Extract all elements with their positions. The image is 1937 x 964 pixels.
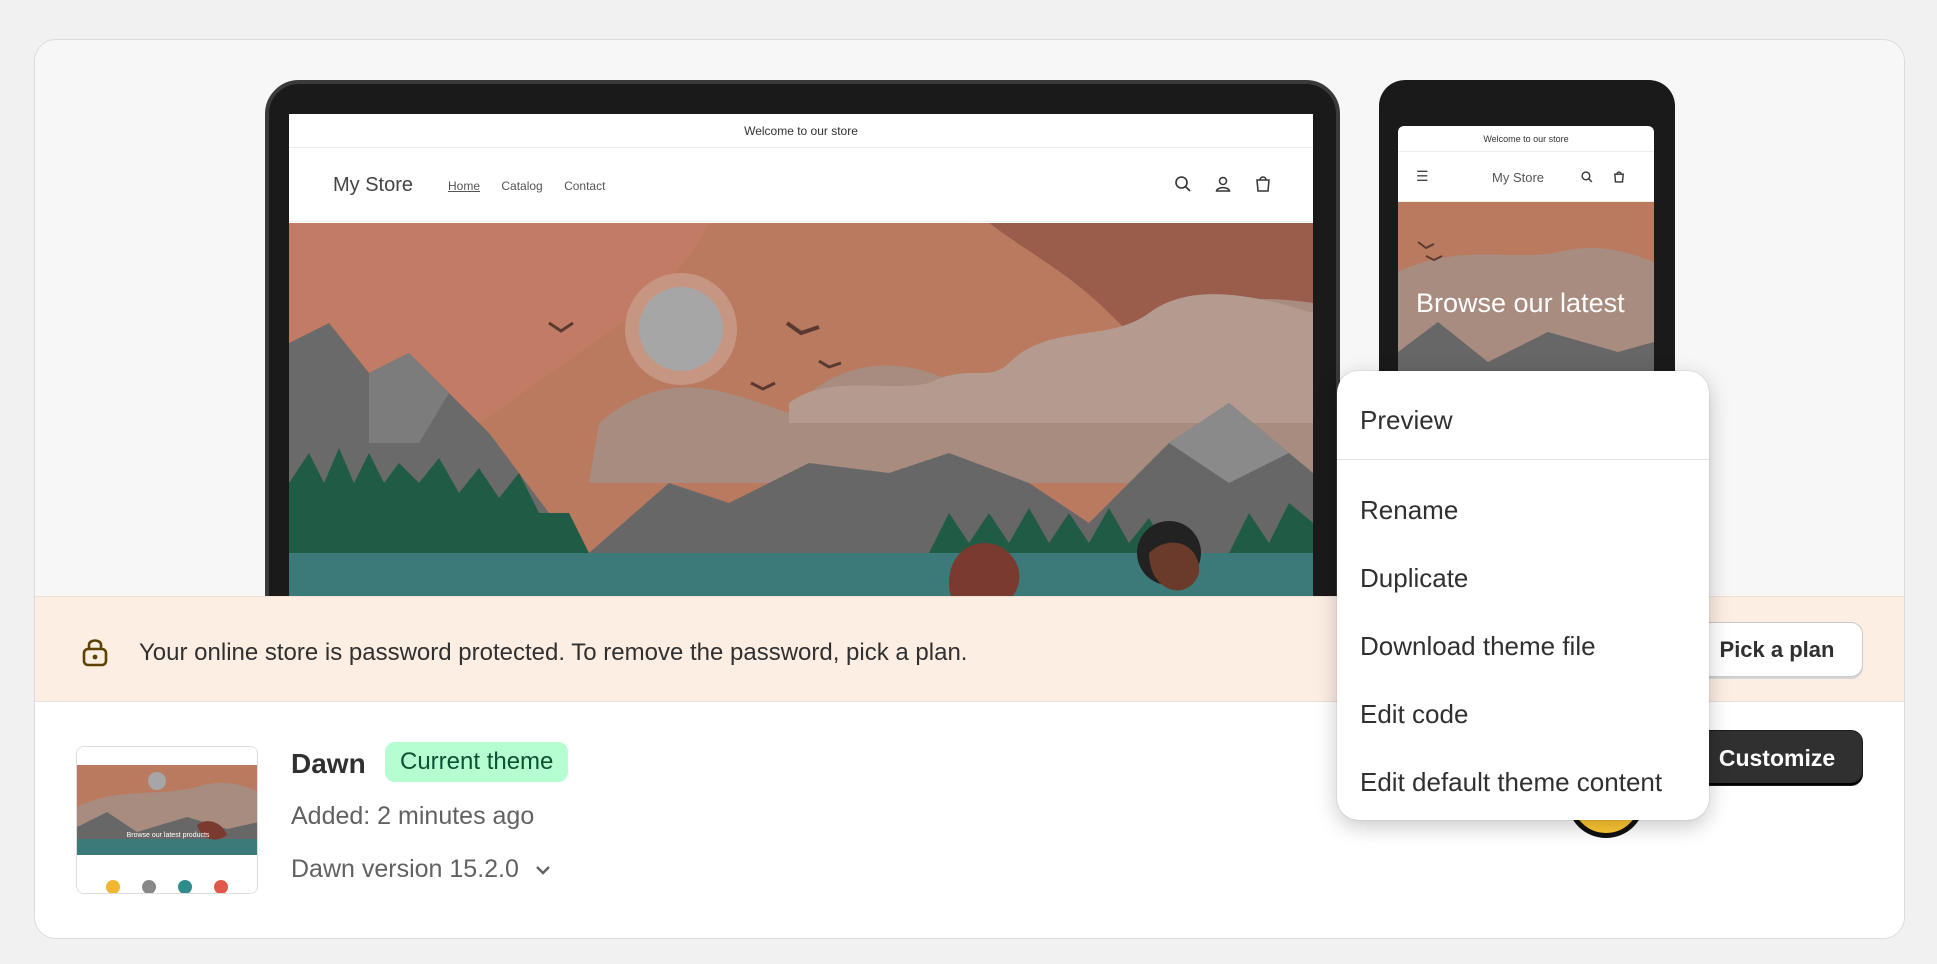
desktop-preview-frame: Welcome to our store My Store Home Catal… <box>265 80 1340 596</box>
mobile-announcement-bar: Welcome to our store <box>1398 126 1654 152</box>
menu-item-edit-code[interactable]: Edit code <box>1360 699 1468 730</box>
theme-version-text: Dawn version 15.2.0 <box>291 855 519 883</box>
hero-illustration <box>289 223 1313 596</box>
pick-a-plan-button[interactable]: Pick a plan <box>1691 622 1863 677</box>
theme-actions-menu: Preview Rename Duplicate Download theme … <box>1337 371 1709 820</box>
chevron-down-icon <box>536 865 550 875</box>
search-icon <box>1581 171 1593 183</box>
theme-version-toggle[interactable]: Dawn version 15.2.0 <box>291 855 551 884</box>
theme-added-time: Added: 2 minutes ago <box>291 802 535 830</box>
menu-icon: ☰ <box>1416 168 1429 184</box>
customize-button[interactable]: Customize <box>1691 730 1863 786</box>
store-header: My Store Home Catalog Contact <box>289 148 1313 222</box>
lock-icon <box>82 639 108 667</box>
announcement-bar: Welcome to our store <box>289 114 1313 148</box>
current-theme-badge: Current theme <box>385 742 569 782</box>
store-name: My Store <box>333 174 414 196</box>
desktop-preview-screen: Welcome to our store My Store Home Catal… <box>289 114 1313 596</box>
account-icon <box>1215 176 1231 192</box>
nav-link-home: Home <box>448 179 481 193</box>
menu-item-rename[interactable]: Rename <box>1360 495 1458 526</box>
store-nav-links: Home Catalog Contact <box>448 179 623 193</box>
nav-link-contact: Contact <box>564 179 606 193</box>
svg-text:Browse our latest products: Browse our latest products <box>127 832 210 839</box>
theme-thumbnail-image: Browse our latest products <box>77 747 257 893</box>
menu-divider <box>1337 459 1709 460</box>
search-icon <box>1175 176 1191 192</box>
cart-icon <box>1256 176 1270 192</box>
theme-name: Dawn <box>291 748 366 779</box>
menu-item-download-theme-file[interactable]: Download theme file <box>1360 631 1596 662</box>
store-header-icons <box>1173 174 1273 194</box>
mobile-store-header: ☰ My Store <box>1398 152 1654 202</box>
cart-icon <box>1614 171 1624 183</box>
menu-item-preview[interactable]: Preview <box>1360 405 1452 436</box>
theme-thumbnail[interactable]: Browse our latest products <box>76 746 258 894</box>
banner-message: Your online store is password protected.… <box>139 639 968 666</box>
mobile-hero-text: Browse our latest <box>1416 288 1625 318</box>
nav-link-catalog: Catalog <box>501 179 543 193</box>
theme-card: Welcome to our store My Store Home Catal… <box>34 39 1905 939</box>
mobile-store-name: My Store <box>1492 170 1545 185</box>
menu-item-duplicate[interactable]: Duplicate <box>1360 563 1468 594</box>
menu-item-edit-default-theme-content[interactable]: Edit default theme content <box>1360 767 1662 798</box>
